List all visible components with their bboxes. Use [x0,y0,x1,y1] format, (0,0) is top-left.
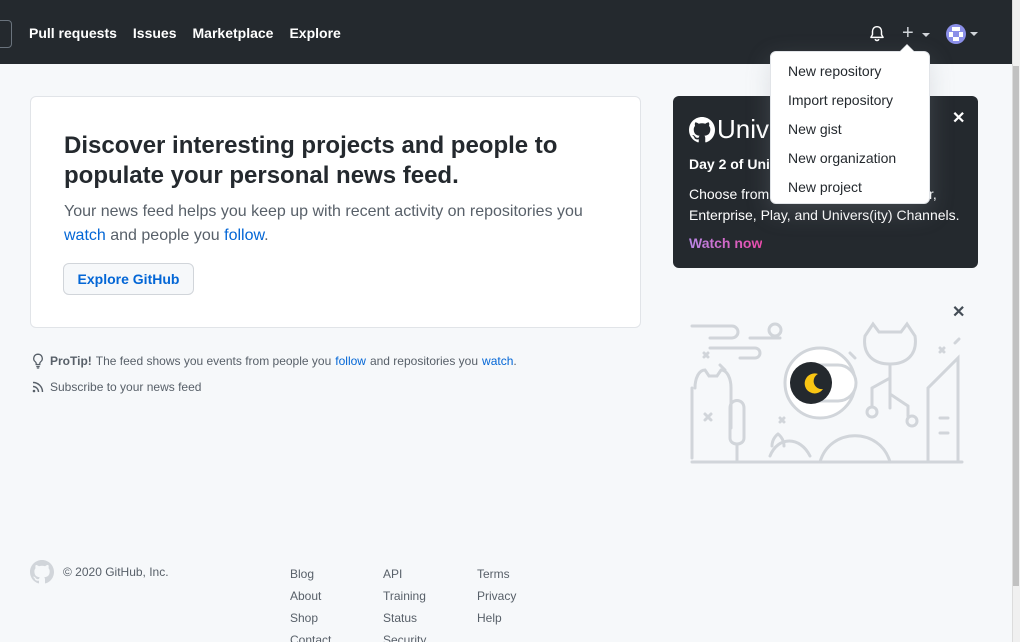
new-organization-item[interactable]: New organization [788,150,896,166]
scrollbar-thumb[interactable] [1013,66,1019,586]
footer-link-status[interactable]: Status [383,607,426,629]
nav-explore[interactable]: Explore [289,25,340,41]
nav-marketplace[interactable]: Marketplace [193,25,274,41]
footer-link-security[interactable]: Security [383,629,426,642]
nav-issues[interactable]: Issues [133,25,177,41]
feed-card-title: Discover interesting projects and people… [64,132,558,189]
footer-link-privacy[interactable]: Privacy [477,585,516,607]
protip-follow-link[interactable]: follow [335,354,366,368]
octocat-illustration [690,321,964,464]
create-caret-icon[interactable] [922,33,930,37]
protip-label: ProTip! [50,354,92,368]
follow-link[interactable]: follow [224,227,264,244]
footer-link-training[interactable]: Training [383,585,426,607]
github-footer-logo-icon[interactable] [30,560,54,584]
create-new-icon[interactable]: + [902,23,914,43]
protip-watch-link[interactable]: watch [482,354,513,368]
protip-text: The feed shows you events from people yo… [95,354,332,368]
protip-end: . [513,354,517,368]
subscribe-feed-link[interactable]: Subscribe to your news feed [32,380,201,394]
search-input[interactable] [0,20,12,48]
footer-link-api[interactable]: API [383,563,426,585]
footer-col-1: Blog About Shop Contact [290,563,331,642]
promo-desc-line1: Choose from [689,186,770,202]
desc-text: Your news feed helps you keep up with re… [64,203,583,220]
footer-col-3: Terms Privacy Help [477,563,516,629]
close-icon[interactable]: ✕ [952,108,965,128]
new-repository-item[interactable]: New repository [788,63,881,79]
avatar[interactable] [946,24,966,44]
footer-col-2: API Training Status Security [383,563,426,642]
watch-now-link[interactable]: Watch now [689,235,762,251]
create-new-dropdown: New repository Import repository New gis… [770,44,930,204]
protip-text-2: and repositories you [369,354,479,368]
copyright: © 2020 GitHub, Inc. [63,565,169,579]
bell-icon[interactable] [868,25,886,43]
import-repository-item[interactable]: Import repository [788,92,893,108]
footer-link-about[interactable]: About [290,585,331,607]
promo-desc-line2: Enterprise, Play, and Univers(ity) Chann… [689,207,960,223]
avatar-identicon [949,27,963,41]
main-nav: Pull requests Issues Marketplace Explore [29,25,357,41]
protip: ProTip! The feed shows you events from p… [32,353,517,369]
footer-link-shop[interactable]: Shop [290,607,331,629]
explore-github-button[interactable]: Explore GitHub [63,263,194,295]
feed-card-description: Your news feed helps you keep up with re… [64,200,609,248]
octocat-icon [689,116,715,142]
promo-day: Day 2 of Univ [689,156,778,172]
rss-icon [32,381,44,393]
nav-pull-requests[interactable]: Pull requests [29,25,117,41]
footer-link-contact[interactable]: Contact [290,629,331,642]
footer-link-help[interactable]: Help [477,607,516,629]
footer-link-blog[interactable]: Blog [290,563,331,585]
watch-link[interactable]: watch [64,227,106,244]
profile-caret-icon[interactable] [970,32,978,36]
desc-end: . [264,227,269,244]
lightbulb-icon [33,353,43,369]
desc-text-2: and people you [110,227,220,244]
new-project-item[interactable]: New project [788,179,862,195]
new-gist-item[interactable]: New gist [788,121,842,137]
news-feed-empty-card: Discover interesting projects and people… [30,96,641,328]
subscribe-label: Subscribe to your news feed [50,380,202,394]
footer-link-terms[interactable]: Terms [477,563,516,585]
promo-desc-line1-end: r, [929,186,937,202]
